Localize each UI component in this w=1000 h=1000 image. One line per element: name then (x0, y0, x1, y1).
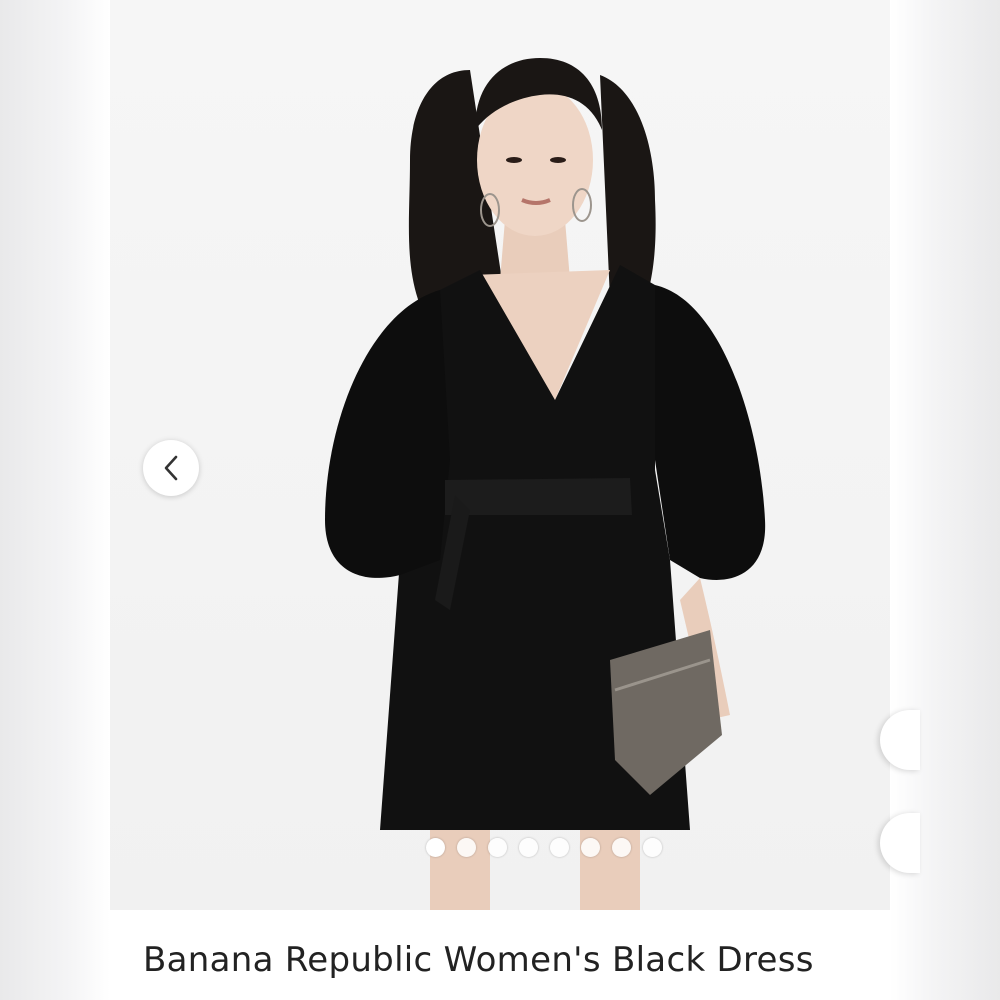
listing-page: Banana Republic Women's Black Dress (0, 0, 1000, 1000)
pagination-dot[interactable] (550, 838, 569, 857)
pagination-dot[interactable] (457, 838, 476, 857)
chevron-left-icon (164, 455, 178, 481)
pagination-dot[interactable] (519, 838, 538, 857)
pagination-dot[interactable] (612, 838, 631, 857)
pagination-dot[interactable] (488, 838, 507, 857)
left-backdrop (0, 0, 110, 1000)
listing-title: Banana Republic Women's Black Dress (143, 940, 814, 980)
previous-image-button[interactable] (143, 440, 199, 496)
pagination-dot[interactable] (426, 838, 445, 857)
dress-illustration (325, 58, 766, 910)
product-image[interactable] (110, 0, 890, 910)
gallery-pagination (426, 838, 662, 857)
pagination-dot[interactable] (643, 838, 662, 857)
pagination-dot[interactable] (581, 838, 600, 857)
